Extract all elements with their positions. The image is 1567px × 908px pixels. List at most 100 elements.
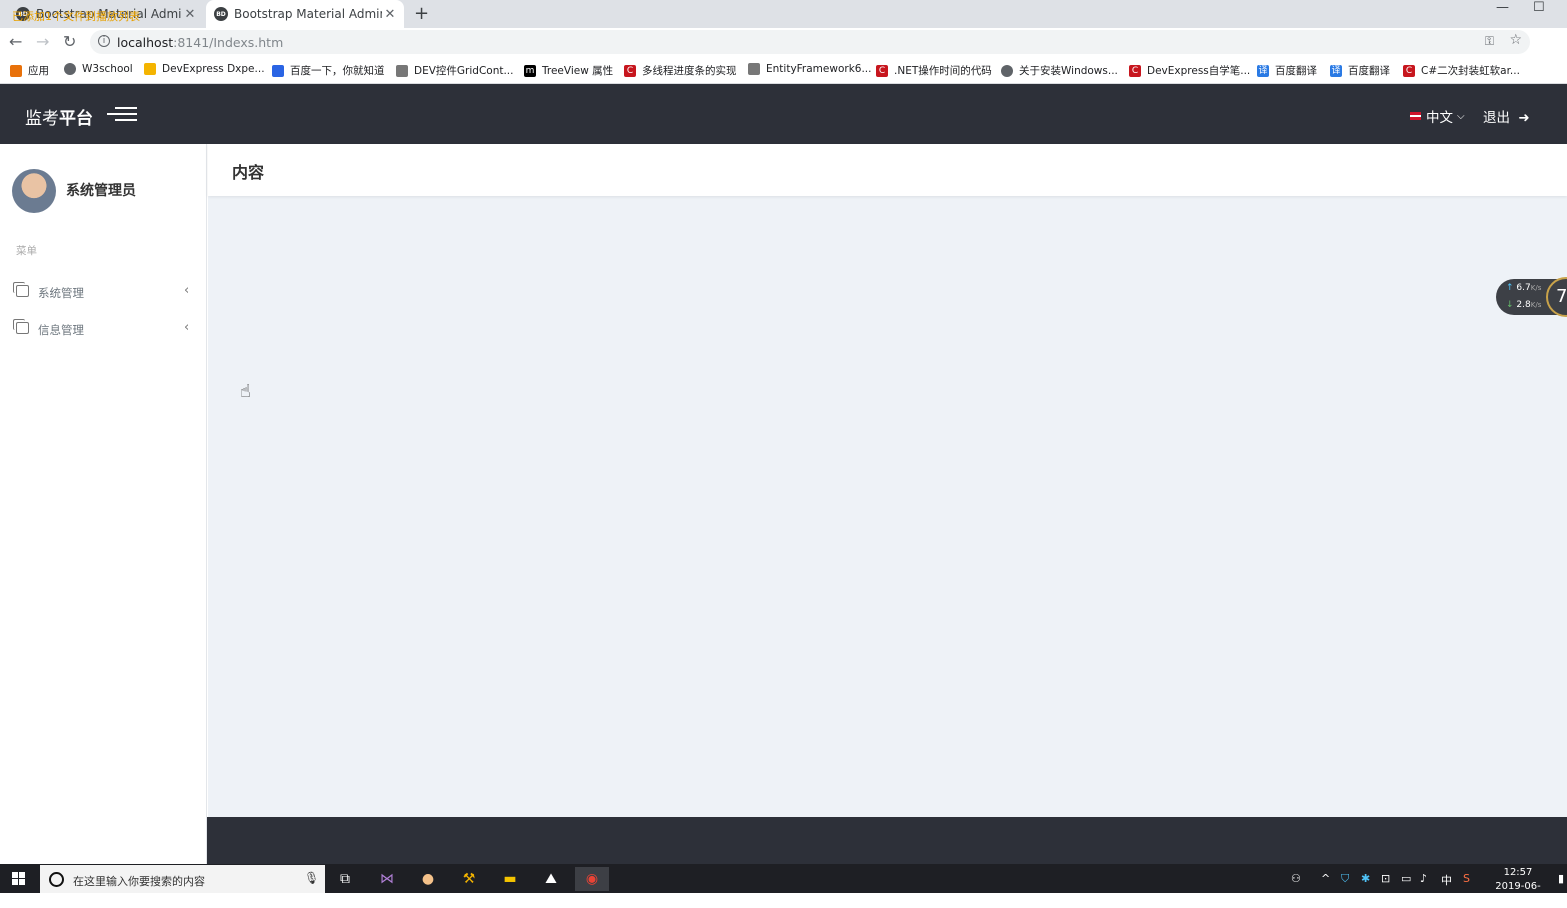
visual-studio-icon[interactable]: ⋈ (370, 867, 404, 891)
chevron-left-icon: ‹ (184, 320, 190, 335)
bookmark-label: EntityFramework6... (766, 63, 872, 75)
bookmark-item[interactable]: DevExpress Dxpe... (144, 63, 265, 75)
app-header: 监考平台 中文 ⌵ 退出 ➜ (0, 84, 1567, 144)
task-view-icon[interactable]: ⧉ (328, 867, 362, 891)
chevron-down-icon: ⌵ (1457, 110, 1465, 122)
bookmark-label: W3school (82, 63, 133, 75)
minimize-icon[interactable]: — (1496, 0, 1509, 15)
close-icon[interactable]: ✕ (182, 7, 198, 22)
sidebar-item-info-management[interactable]: 信息管理 ‹ (0, 314, 207, 346)
people-icon[interactable]: ⚇ (1291, 872, 1301, 885)
system-clock[interactable]: 12:57 2019-06-26 (1490, 866, 1546, 908)
reload-icon[interactable]: ↻ (63, 32, 76, 51)
chrome-icon[interactable]: ◉ (575, 867, 609, 891)
browser-toolbar: ← → ↻ i localhost:8141/Indexs.htm ⚿ ☆ (0, 28, 1567, 77)
windows-icon (13, 319, 29, 334)
bookmark-item[interactable]: C C#二次封装虹软ar... (1403, 63, 1520, 78)
battery-icon[interactable]: ▭ (1401, 872, 1411, 885)
sign-out-icon: ➜ (1518, 110, 1530, 126)
translate-icon: 译 (1257, 64, 1269, 77)
key-icon[interactable]: ⚿ (1485, 34, 1494, 49)
m-logo-icon: m (524, 64, 536, 77)
chevron-left-icon: ‹ (184, 283, 190, 298)
shield-icon[interactable]: ⛉ (1341, 872, 1349, 886)
logout-label: 退出 (1483, 110, 1510, 126)
csdn-icon (396, 64, 408, 77)
bookmark-label: DEV控件GridCont... (414, 65, 514, 77)
close-icon[interactable]: ✕ (382, 7, 398, 22)
bookmark-item[interactable]: EntityFramework6... (748, 63, 871, 75)
bookmark-item[interactable]: C 多线程进度条的实现 (624, 63, 737, 78)
notification-icon[interactable]: ▮ (1558, 872, 1564, 885)
sidebar-item-label: 信息管理 (38, 323, 84, 337)
bookmark-item[interactable]: 百度一下，你就知道 (272, 63, 385, 78)
arrow-down-icon: ↓ (1506, 300, 1514, 310)
info-icon[interactable]: i (98, 35, 110, 47)
bluetooth-icon[interactable]: ✱ (1361, 872, 1370, 885)
csdn-c-icon: C (1129, 64, 1141, 77)
search-placeholder: 在这里输入你要搜索的内容 (73, 875, 205, 888)
clock-date: 2019-06-26 (1495, 881, 1541, 906)
avatar[interactable] (12, 169, 56, 213)
bookmark-item[interactable]: DEV控件GridCont... (396, 63, 513, 78)
microphone-icon[interactable]: 🎙 (304, 871, 319, 885)
csdn-c-icon: C (624, 64, 636, 77)
bookmark-label: .NET操作时间的代码 (894, 65, 992, 77)
brand-text-1: 监考 (25, 109, 59, 129)
media-player-icon[interactable]: ● (411, 867, 445, 891)
network-speed-widget[interactable]: ↑ 6.7K/s ↓ 2.8K/s 7 (1496, 277, 1567, 317)
bookmark-apps[interactable]: 应用 (10, 63, 49, 78)
tools-icon[interactable]: ⚒ (452, 867, 486, 891)
taskbar-search-input[interactable]: 在这里输入你要搜索的内容 🎙 (40, 865, 325, 893)
forward-arrow-icon[interactable]: → (36, 32, 49, 51)
download-speed: ↓ 2.8K/s (1506, 300, 1541, 310)
address-bar[interactable]: i localhost:8141/Indexs.htm ⚿ ☆ (90, 30, 1530, 54)
bookmark-item[interactable]: 译百度翻译 (1330, 63, 1390, 78)
network-icon[interactable]: ⊡ (1381, 872, 1390, 885)
bookmark-item[interactable]: C DevExpress自学笔... (1129, 63, 1250, 78)
globe-icon (1001, 64, 1013, 77)
bookmark-item[interactable]: 关于安装Windows... (1001, 63, 1118, 78)
brand-text-2: 平台 (59, 109, 93, 129)
photos-icon[interactable]: ⛰ (534, 867, 568, 891)
bookmark-label: 百度一下，你就知道 (290, 65, 385, 77)
chevron-up-icon[interactable]: ^ (1321, 872, 1330, 885)
clock-time: 12:57 (1503, 867, 1533, 878)
url-path: :8141/Indexs.htm (173, 35, 284, 50)
bookmark-item[interactable]: m TreeView 属性 (524, 63, 613, 78)
ime-indicator[interactable]: 中 (1441, 872, 1452, 888)
bookmark-label: DevExpress Dxpe... (162, 63, 265, 75)
user-name: 系统管理员 (66, 183, 136, 199)
bd-favicon-icon: BD (214, 7, 228, 21)
uk-flag-icon (1410, 112, 1421, 120)
arrow-up-icon: ↑ (1506, 283, 1514, 293)
url-text[interactable]: localhost:8141/Indexs.htm (117, 35, 283, 50)
bookmark-label: DevExpress自学笔... (1147, 65, 1251, 77)
bookmark-label: 应用 (28, 65, 49, 77)
sidebar-toggle-icon[interactable] (107, 107, 137, 121)
windows-start-icon[interactable] (12, 872, 26, 886)
speed-circle: 7 (1546, 277, 1567, 317)
sidebar-item-system-management[interactable]: 系统管理 ‹ (0, 277, 207, 309)
bookmark-item[interactable]: C .NET操作时间的代码 (876, 63, 992, 78)
volume-icon[interactable]: ♪ (1420, 872, 1427, 885)
baidu-paw-icon (272, 64, 284, 77)
bookmark-item[interactable]: W3school (64, 63, 133, 75)
speed-unit: K/s (1530, 301, 1542, 309)
browser-tab-2[interactable]: BD Bootstrap Material Admin ✕ (206, 0, 404, 28)
language-dropdown[interactable]: 中文 ⌵ (1410, 106, 1465, 126)
file-explorer-icon[interactable]: ▬ (493, 867, 527, 891)
sogou-ime-icon[interactable]: S (1463, 872, 1470, 885)
star-icon[interactable]: ☆ (1509, 32, 1522, 48)
devexpress-icon (144, 63, 156, 75)
bookmark-label: 多线程进度条的实现 (642, 65, 737, 77)
player-notification-text: 已添加1个文件到播放列表 (12, 10, 140, 23)
bookmark-item[interactable]: 译百度翻译 (1257, 63, 1317, 78)
maximize-icon[interactable]: ☐ (1533, 0, 1545, 15)
back-arrow-icon[interactable]: ← (9, 32, 22, 51)
brand-logo[interactable]: 监考平台 (25, 104, 93, 129)
logout-button[interactable]: 退出 ➜ (1483, 106, 1530, 126)
plus-icon[interactable]: + (414, 3, 429, 24)
sidebar-item-label: 系统管理 (38, 286, 84, 300)
windows-icon (13, 282, 29, 297)
